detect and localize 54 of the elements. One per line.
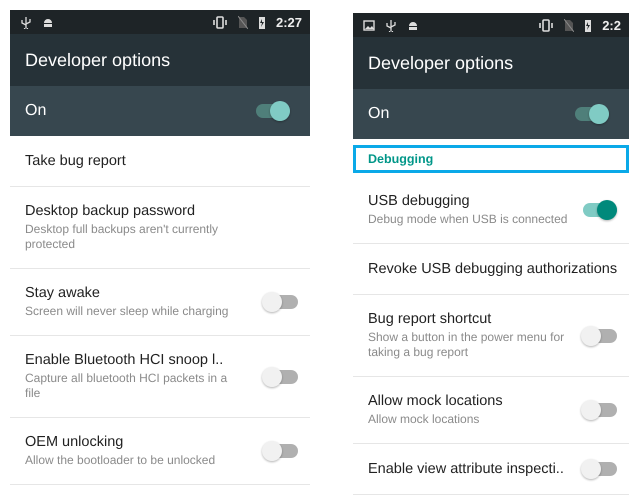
status-time: 2:27 bbox=[276, 14, 302, 30]
setting-title: OEM unlocking bbox=[25, 434, 124, 450]
toggle-switch[interactable] bbox=[264, 444, 298, 458]
setting-title: Bug report shortcut bbox=[368, 311, 492, 327]
settings-row[interactable]: Allow mock locations Allow mock locations bbox=[353, 377, 629, 444]
toggle-switch[interactable] bbox=[575, 107, 609, 121]
settings-row[interactable]: Enable Bluetooth HCI snoop l.. Capture all bluetooth HCI packets in a file bbox=[10, 336, 310, 418]
vibrate-icon bbox=[538, 18, 554, 32]
toggle-switch[interactable] bbox=[583, 328, 617, 342]
setting-summary: Screen will never sleep while charging bbox=[25, 304, 230, 319]
status-time: 2:2 bbox=[602, 18, 621, 32]
toggle-switch[interactable] bbox=[583, 203, 617, 217]
setting-summary: Allow mock locations bbox=[368, 412, 480, 427]
image-icon bbox=[363, 18, 375, 32]
usb-icon bbox=[385, 18, 397, 32]
setting-summary: Debug mode when USB is connected bbox=[368, 212, 568, 227]
setting-title: Take bug report bbox=[25, 153, 127, 169]
toggle-switch[interactable] bbox=[256, 104, 290, 118]
master-switch-bar[interactable]: On bbox=[353, 89, 629, 139]
master-switch-bar[interactable]: On bbox=[10, 86, 310, 136]
settings-row[interactable]: Revoke USB debugging authorizations bbox=[353, 244, 629, 295]
setting-title: Enable view attribute inspecti.. bbox=[368, 461, 565, 477]
setting-title: Allow mock locations bbox=[368, 393, 504, 409]
settings-row[interactable]: Enable view attribute inspecti.. bbox=[353, 444, 629, 495]
setting-title: Desktop backup password bbox=[25, 203, 196, 219]
master-switch-label: On bbox=[368, 105, 390, 123]
no-sim-icon bbox=[564, 18, 574, 32]
screen-title: Developer options bbox=[25, 50, 170, 70]
settings-row[interactable]: Take bug report bbox=[10, 136, 310, 187]
setting-summary: Desktop full backups aren't currently protected bbox=[25, 222, 220, 252]
battery-icon bbox=[258, 16, 266, 28]
vibrate-icon bbox=[212, 16, 228, 28]
toggle-switch[interactable] bbox=[583, 403, 617, 417]
settings-row[interactable]: USB debugging Debug mode when USB is connected bbox=[353, 177, 629, 244]
category-header: Debugging bbox=[368, 152, 434, 166]
setting-title: Revoke USB debugging authorizations bbox=[368, 261, 617, 277]
toggle-switch[interactable] bbox=[264, 370, 298, 384]
toggle-switch[interactable] bbox=[264, 295, 298, 309]
no-sim-icon bbox=[238, 16, 248, 28]
usb-icon bbox=[20, 16, 32, 28]
setting-title: USB debugging bbox=[368, 193, 471, 209]
setting-summary: Capture all bluetooth HCI packets in a file bbox=[25, 371, 228, 401]
settings-row[interactable]: Bug report shortcut Show a button in the power menu for taking a bug report bbox=[353, 295, 629, 377]
master-switch-label: On bbox=[25, 102, 46, 120]
setting-title: Enable Bluetooth HCI snoop l.. bbox=[25, 352, 224, 368]
battery-icon bbox=[584, 18, 592, 32]
setting-summary: Allow the bootloader to be unlocked bbox=[25, 453, 216, 468]
screen-title: Developer options bbox=[368, 52, 514, 74]
setting-title: Stay awake bbox=[25, 285, 101, 301]
settings-row[interactable]: OEM unlocking Allow the bootloader to be unlocked bbox=[10, 418, 310, 485]
toggle-switch[interactable] bbox=[583, 462, 617, 476]
settings-row[interactable]: Stay awake Screen will never sleep while charging bbox=[10, 269, 310, 336]
setting-summary: Show a button in the power menu for taking a bug report bbox=[368, 330, 566, 360]
settings-row[interactable]: Desktop backup password Desktop full backups aren't currently protected bbox=[10, 187, 310, 269]
